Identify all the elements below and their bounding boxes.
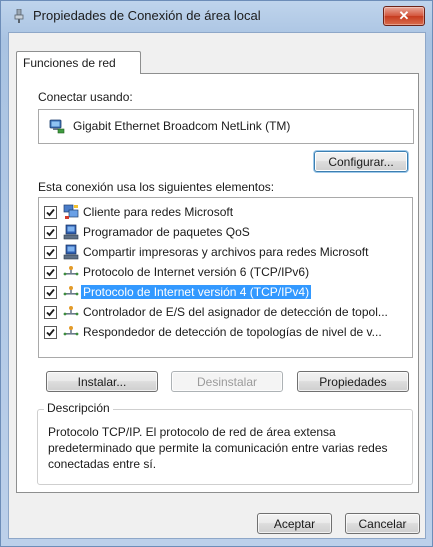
cancel-button[interactable]: Cancelar (345, 513, 420, 534)
list-item[interactable]: Protocolo de Internet versión 6 (TCP/IPv… (39, 262, 412, 282)
adapter-name: Gigabit Ethernet Broadcom NetLink (TM) (73, 119, 291, 133)
list-item-label: Cliente para redes Microsoft (83, 205, 234, 219)
list-item-label: Protocolo de Internet versión 6 (TCP/IPv… (83, 265, 310, 279)
install-button[interactable]: Instalar... (46, 371, 158, 392)
adapter-field: Gigabit Ethernet Broadcom NetLink (TM) (38, 109, 414, 144)
checkbox[interactable] (44, 326, 57, 339)
description-title: Descripción (44, 401, 113, 415)
network-adapter-icon (49, 118, 65, 134)
connect-using-label: Conectar usando: (38, 90, 133, 104)
list-item[interactable]: Cliente para redes Microsoft (39, 202, 412, 222)
checkbox[interactable] (44, 206, 57, 219)
protocol-icon (63, 264, 79, 280)
checkbox[interactable] (44, 266, 57, 279)
close-button[interactable]: ✕ (383, 6, 425, 26)
network-service-icon (63, 224, 79, 240)
network-service-icon (63, 244, 79, 260)
checkbox[interactable] (44, 246, 57, 259)
configure-button[interactable]: Configurar... (314, 151, 408, 172)
checkbox[interactable] (44, 306, 57, 319)
uninstall-button[interactable]: Desinstalar (171, 371, 283, 392)
protocol-icon (63, 284, 79, 300)
components-label: Esta conexión usa los siguientes element… (38, 180, 275, 194)
tab-networking[interactable]: Funciones de red (16, 51, 141, 74)
window-title: Propiedades de Conexión de área local (33, 8, 261, 23)
components-list[interactable]: Cliente para redes Microsoft Programador… (38, 197, 413, 358)
list-item-label: Respondedor de detección de topologías d… (83, 325, 382, 339)
list-item-label: Programador de paquetes QoS (83, 225, 250, 239)
list-item-label: Protocolo de Internet versión 4 (TCP/IPv… (81, 285, 312, 299)
title-bar[interactable]: Propiedades de Conexión de área local (1, 1, 432, 31)
network-client-icon (63, 204, 79, 220)
list-item[interactable]: Respondedor de detección de topologías d… (39, 322, 412, 342)
description-text: Protocolo TCP/IP. El protocolo de red de… (48, 425, 388, 471)
properties-button[interactable]: Propiedades (297, 371, 409, 392)
ok-button[interactable]: Aceptar (257, 513, 332, 534)
list-item-selected[interactable]: Protocolo de Internet versión 4 (TCP/IPv… (39, 282, 412, 302)
list-item[interactable]: Compartir impresoras y archivos para red… (39, 242, 412, 262)
list-item[interactable]: Controlador de E/S del asignador de dete… (39, 302, 412, 322)
list-item-label: Controlador de E/S del asignador de dete… (83, 305, 388, 319)
network-connection-icon (13, 8, 25, 23)
protocol-icon (63, 304, 79, 320)
list-item[interactable]: Programador de paquetes QoS (39, 222, 412, 242)
list-item-label: Compartir impresoras y archivos para red… (83, 245, 369, 259)
tab-label: Funciones de red (23, 56, 116, 70)
checkbox[interactable] (44, 286, 57, 299)
close-icon: ✕ (398, 8, 410, 23)
checkbox[interactable] (44, 226, 57, 239)
protocol-icon (63, 324, 79, 340)
